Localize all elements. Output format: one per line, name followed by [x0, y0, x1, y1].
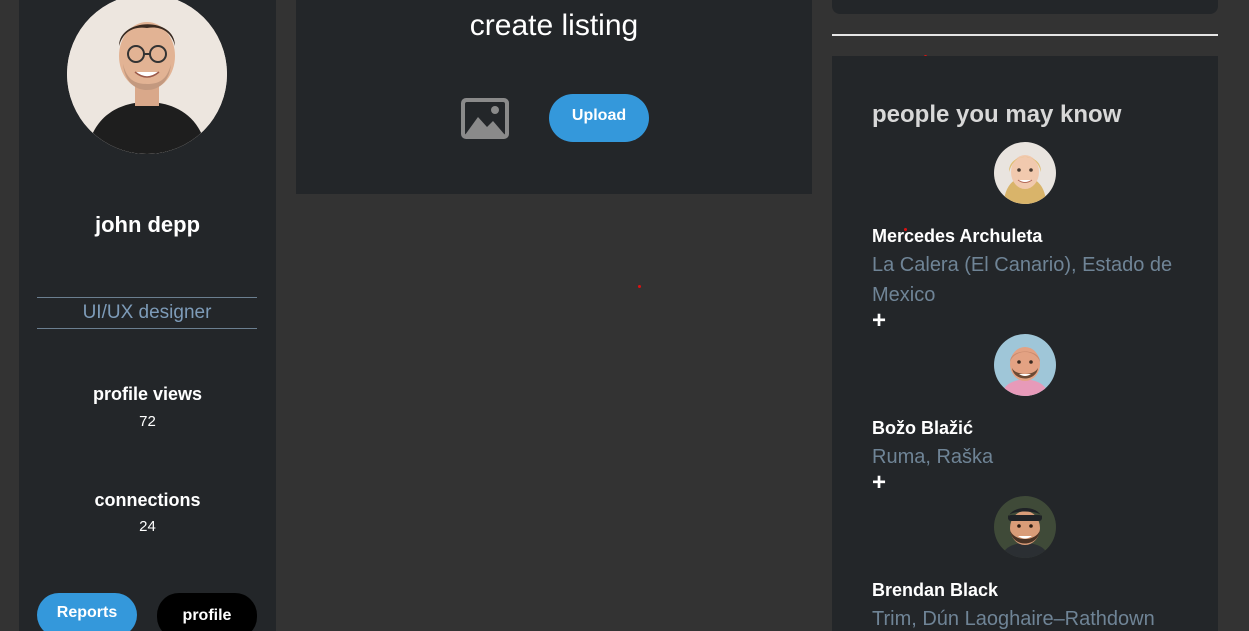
stray-dot [904, 228, 907, 231]
person-photo-icon [994, 334, 1056, 396]
person-name[interactable]: Božo Blažić [872, 418, 973, 439]
stat-profile-views-value: 72 [139, 413, 156, 430]
create-listing-title: create listing [469, 9, 639, 42]
right-top-panel [832, 0, 1218, 14]
person-avatar[interactable] [994, 142, 1056, 204]
person-photo-icon [994, 142, 1056, 204]
profile-name: john depp [94, 212, 201, 237]
person-location: La Calera (El Canario), Estado de Mexico [872, 254, 1173, 306]
upload-button[interactable]: Upload [549, 94, 649, 142]
user-photo-icon [67, 0, 227, 154]
person-name[interactable]: Mercedes Archuleta [872, 226, 1042, 247]
stat-connections-value: 24 [139, 518, 156, 535]
stat-connections-label: connections [94, 490, 201, 510]
person-location: Ruma, Raška [872, 446, 994, 468]
add-connection-button[interactable]: + [872, 309, 886, 333]
create-listing-card: create listing Upload [296, 0, 812, 194]
right-divider [832, 34, 1218, 36]
person-avatar[interactable] [994, 334, 1056, 396]
person-name[interactable]: Brendan Black [872, 580, 998, 601]
profile-role: UI/UX designer [37, 297, 257, 329]
profile-avatar [67, 0, 227, 154]
person-photo-icon [994, 496, 1056, 558]
person-location: Trim, Dún Laoghaire–Rathdown [872, 608, 1155, 630]
people-you-may-know-card: people you may know Mercedes Archuleta L… [832, 56, 1218, 631]
profile-button[interactable]: profile [157, 593, 257, 631]
add-connection-button[interactable]: + [872, 471, 886, 495]
image-icon[interactable] [460, 97, 510, 140]
profile-card: john depp UI/UX designer profile views 7… [19, 0, 276, 631]
reports-button[interactable]: Reports [37, 593, 137, 631]
stat-profile-views-label: profile views [92, 384, 203, 404]
stray-dot [638, 285, 641, 288]
person-avatar[interactable] [994, 496, 1056, 558]
people-title: people you may know [872, 101, 1122, 128]
